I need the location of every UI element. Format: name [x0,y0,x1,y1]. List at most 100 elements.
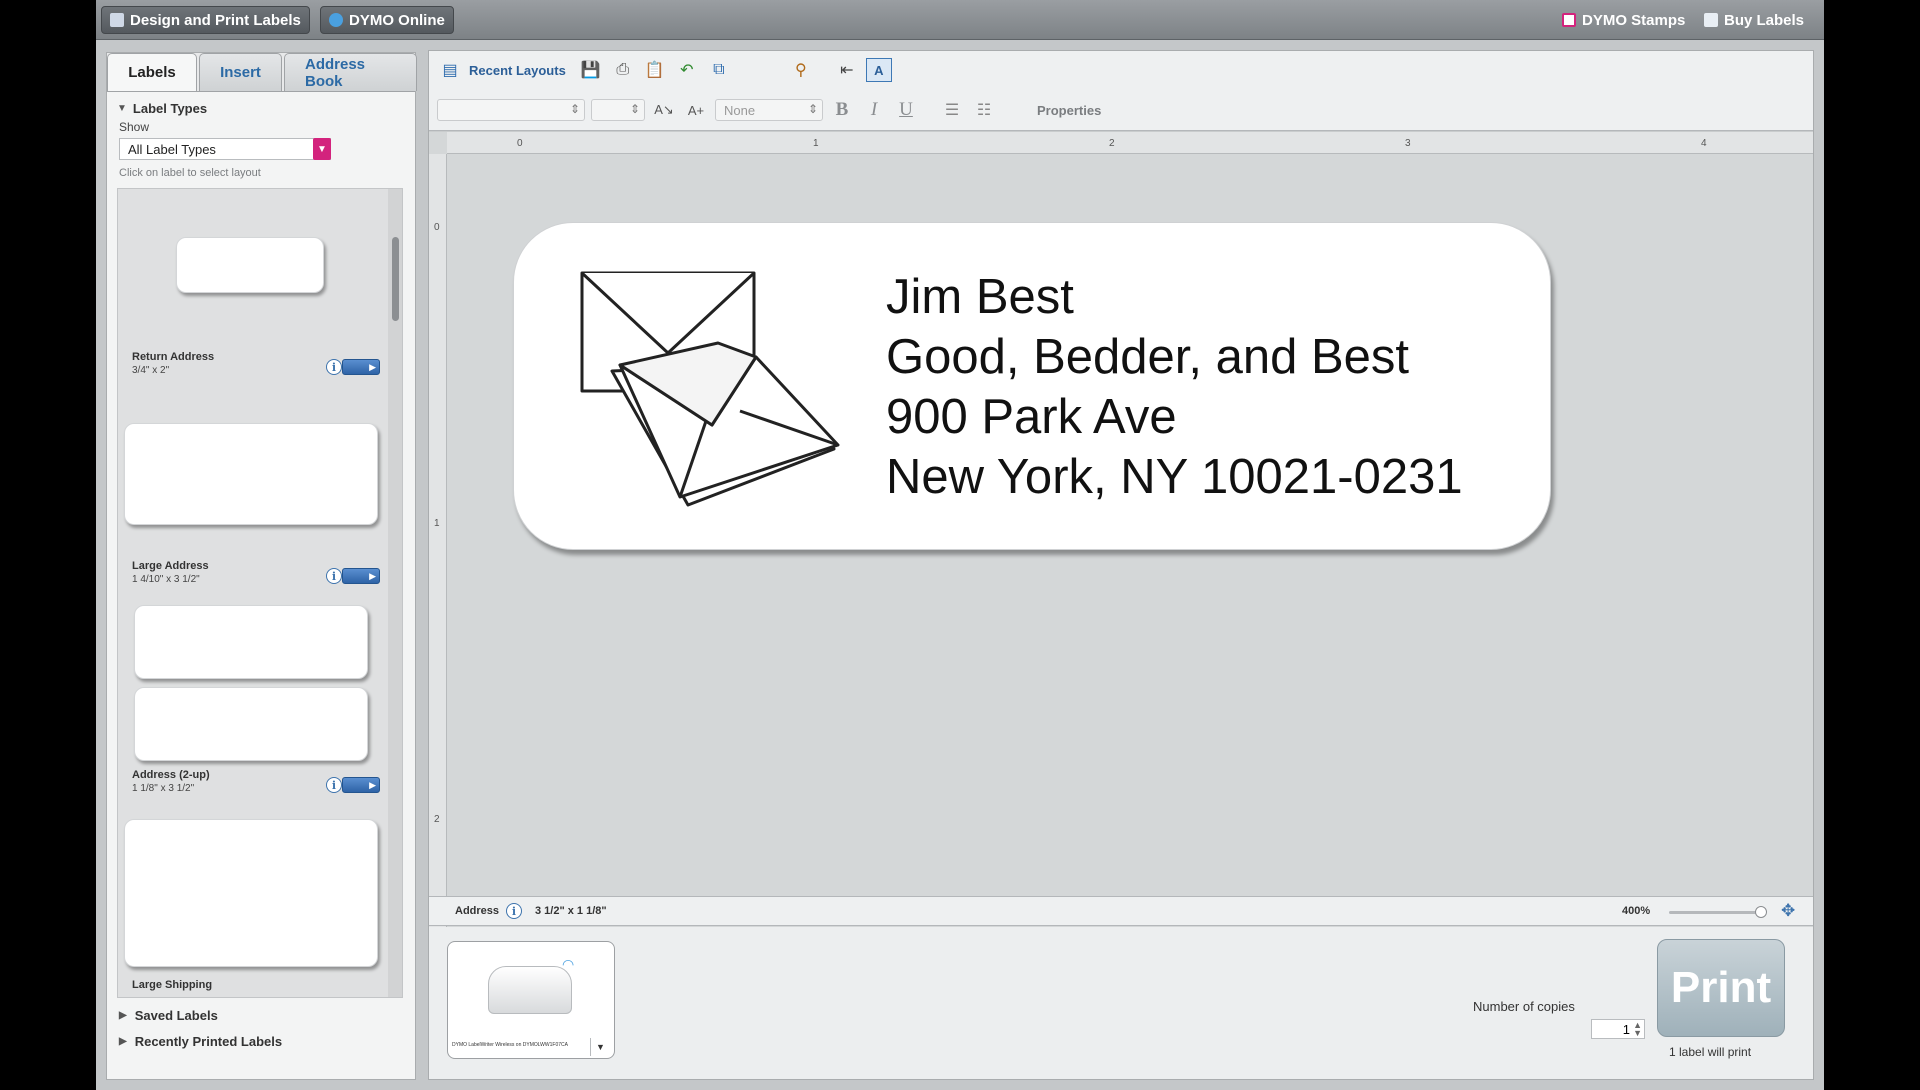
gallery-scroll-thumb[interactable] [392,237,399,321]
align-horizontal-icon[interactable]: ☷ [971,98,997,122]
saved-labels-title: Saved Labels [134,1008,218,1023]
import-image-icon[interactable]: ⧉ [706,58,732,82]
address-line: Jim Best [886,270,1074,324]
text-effect-select[interactable]: None [715,99,823,121]
copies-stepper[interactable]: 1 ▲ ▼ [1591,1019,1645,1039]
top-ruler: 0 1 2 3 4 [447,132,1813,154]
labels-panel: ▼ Label Types Show All Label Types ▼ Cli… [107,91,415,1079]
label-name: Large Shipping [132,979,213,991]
toolbar-row-1: ▤ Recent Layouts 💾 ⎙ 📋 ↶ ⧉ ⚲ ⇤ A [437,55,892,85]
wifi-icon: ◠ [562,956,575,972]
stepper-arrows-icon[interactable]: ▲ ▼ [1633,1021,1642,1038]
chevron-down-icon[interactable]: ▼ [590,1038,610,1056]
zoom-slider[interactable] [1669,906,1767,918]
shrink-text-icon[interactable]: A↘ [651,98,677,122]
label-name: Return Address [132,351,215,363]
show-label: Show [119,120,150,134]
grow-text-icon[interactable]: A+ [683,98,709,122]
address-label-preview[interactable]: Jim Best Good, Bedder, and Best 900 Park… [513,222,1551,550]
label-size-status: 3 1/2" x 1 1/8" [535,905,607,917]
disclosure-closed-icon: ▶ [119,1036,127,1047]
envelopes-icon[interactable] [580,271,840,511]
underline-icon[interactable]: U [893,99,919,121]
address-line: New York, NY 10021-0231 [886,450,1463,504]
ruler-tick-label: 1 [813,138,819,149]
recently-printed-section[interactable]: ▶ Recently Printed Labels [119,1034,282,1049]
zoom-to-fit-icon[interactable]: ⚲ [788,58,814,82]
label-types-header[interactable]: ▼ Label Types [117,101,207,116]
print-button[interactable]: Print [1657,939,1785,1037]
print-button-label: Print [1670,963,1772,1012]
undo-icon[interactable]: ↶ [674,58,700,82]
ruler-tick-label: 0 [517,138,523,149]
label-gallery[interactable]: Return Address 3/4" x 2" i ▶ Large Addre… [117,188,403,998]
label-name: Large Address [132,560,209,572]
font-size-select[interactable] [591,99,645,121]
select-label-icon[interactable]: ▶ [342,568,380,584]
ruler-tick-label: 2 [434,814,440,825]
zoom-slider-thumb[interactable] [1755,906,1767,918]
design-and-print-tab[interactable]: Design and Print Labels [101,6,310,34]
editor-toolbar: ▤ Recent Layouts 💾 ⎙ 📋 ↶ ⧉ ⚲ ⇤ A A↘ A+ N… [429,51,1813,131]
toolbar-row-2: A↘ A+ None B I U ☰ ☷ Properties [437,95,1101,125]
address-2up-thumbnail-bottom[interactable] [134,687,368,761]
bold-icon[interactable]: B [829,99,855,121]
properties-button[interactable]: Properties [1037,103,1101,118]
label-size: 3/4" x 2" [132,365,170,376]
printer-name: DYMO LabelWriter Wireless on DYMOLWW1F07… [452,1042,568,1048]
info-icon[interactable]: i [326,359,342,375]
left-ruler: 0 1 2 [429,154,447,945]
recent-layouts-button[interactable]: Recent Layouts [469,63,566,78]
italic-icon[interactable]: I [861,99,887,121]
zoom-level: 400% [1622,905,1651,917]
print-icon[interactable]: ⎙ [610,58,636,82]
label-size: 1 4/10" x 3 1/2" [132,574,200,585]
recent-layouts-icon[interactable]: ▤ [437,58,463,82]
label-name: Address (2-up) [132,769,210,781]
align-vertical-icon[interactable]: ☰ [939,98,965,122]
printer-image [488,966,572,1014]
insert-text-icon[interactable]: ⇤ [834,58,860,82]
font-family-select[interactable] [437,99,585,121]
design-tab-label: Design and Print Labels [130,11,301,29]
ruler-tick-label: 3 [1405,138,1411,149]
tab-address-book[interactable]: Address Book [284,53,417,91]
label-type-select-value: All Label Types [128,142,216,157]
printer-selector[interactable]: ◠ DYMO LabelWriter Wireless on DYMOLWW1F… [447,941,615,1059]
address-2up-thumbnail-top[interactable] [134,605,368,679]
dymo-online-label: DYMO Online [349,11,445,29]
paste-icon[interactable]: 📋 [642,58,668,82]
buy-labels-button[interactable]: Buy Labels [1696,6,1812,34]
return-address-thumbnail[interactable] [176,237,324,293]
dymo-online-tab[interactable]: DYMO Online [320,6,454,34]
label-editor: ▤ Recent Layouts 💾 ⎙ 📋 ↶ ⧉ ⚲ ⇤ A A↘ A+ N… [428,50,1814,1080]
left-tab-bar: Labels Insert Address Book [107,53,417,91]
app-window: Design and Print Labels DYMO Online DYMO… [96,0,1824,1090]
info-icon[interactable]: i [326,777,342,793]
save-icon[interactable]: 💾 [578,58,604,82]
fit-to-window-icon[interactable]: ✥ [1781,901,1795,921]
address-text-block[interactable]: Jim Best Good, Bedder, and Best 900 Park… [886,267,1463,507]
label-type-select[interactable]: All Label Types ▼ [119,138,331,160]
status-bar: Address i 3 1/2" x 1 1/8" 400% ✥ [429,896,1813,926]
text-box-icon[interactable]: A [865,58,892,82]
saved-labels-section[interactable]: ▶ Saved Labels [119,1008,218,1023]
dymo-stamps-button[interactable]: DYMO Stamps [1554,6,1693,34]
print-summary: 1 label will print [1669,1045,1752,1059]
select-label-icon[interactable]: ▶ [342,359,380,375]
large-shipping-thumbnail[interactable] [124,819,378,967]
tab-insert[interactable]: Insert [199,53,282,91]
address-line: 900 Park Ave [886,390,1177,444]
gallery-scrollbar[interactable] [388,189,402,997]
ruler-tick-label: 0 [434,222,440,233]
info-icon[interactable]: i [506,903,522,919]
select-label-icon[interactable]: ▶ [342,777,380,793]
tab-labels[interactable]: Labels [107,53,197,91]
dymo-stamps-label: DYMO Stamps [1582,11,1686,29]
copies-label: Number of copies [1473,999,1575,1014]
label-canvas[interactable]: 0 1 2 3 4 0 1 2 Jim Best Good, Bedder, a… [429,132,1813,945]
label-size: 1 1/8" x 3 1/2" [132,783,195,794]
large-address-thumbnail[interactable] [124,423,378,525]
info-icon[interactable]: i [326,568,342,584]
print-area: ◠ DYMO LabelWriter Wireless on DYMOLWW1F… [429,927,1813,1079]
